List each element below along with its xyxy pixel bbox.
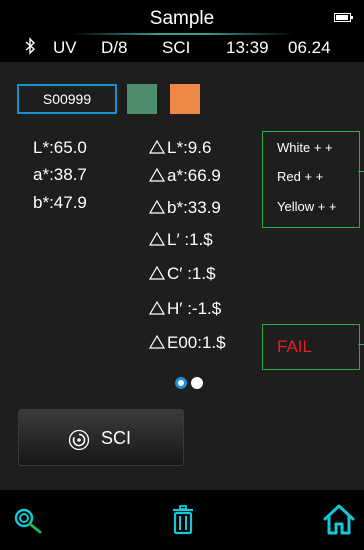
- delta-l-value: L*:9.6: [167, 138, 212, 157]
- delta-b-row: b*:33.9: [149, 198, 221, 218]
- delta-icon: [149, 168, 165, 182]
- light-source-label: UV: [53, 38, 77, 57]
- page-dot-active[interactable]: [175, 377, 187, 389]
- color-assessment-box: White + + Red + + Yellow + +: [262, 131, 360, 228]
- date-label: 06.24: [288, 38, 331, 57]
- delta-l-row: L*:9.6: [149, 138, 211, 158]
- l-value: L*:65.0: [33, 138, 87, 157]
- assessment-item: Yellow + +: [277, 199, 337, 214]
- delta-icon: [149, 266, 165, 280]
- page-dot[interactable]: [191, 377, 203, 389]
- title-underline: [70, 33, 294, 35]
- delta-h-prime-value: H′ :-1.$: [167, 299, 222, 318]
- geometry-label: D/8: [101, 38, 128, 57]
- battery-icon: [334, 13, 353, 22]
- home-icon[interactable]: [322, 502, 356, 541]
- search-icon[interactable]: [14, 508, 46, 539]
- delta-h-prime-row: H′ :-1.$: [149, 299, 221, 319]
- delta-l-prime-value: L′ :1.$: [167, 230, 213, 249]
- aperture-icon: [68, 429, 90, 456]
- delta-c-prime-value: C′ :1.$: [167, 264, 216, 283]
- assessment-item: White + +: [277, 140, 333, 155]
- delta-icon: [149, 232, 165, 246]
- delta-e00-value: E00:1.$: [167, 333, 226, 352]
- sci-button-label: SCI: [101, 428, 132, 448]
- bluetooth-icon: [25, 37, 36, 60]
- time-label: 13:39: [226, 38, 269, 57]
- delta-icon: [149, 140, 165, 154]
- sci-button[interactable]: SCI: [18, 409, 184, 466]
- delta-l-prime-row: L′ :1.$: [149, 230, 213, 250]
- delta-a-row: a*:66.9: [149, 166, 221, 186]
- sample-id-field[interactable]: S00999: [17, 84, 117, 114]
- delta-icon: [149, 301, 165, 315]
- delta-icon: [149, 335, 165, 349]
- delta-e00-row: E00:1.$: [149, 333, 226, 353]
- page-title: Sample: [149, 8, 215, 29]
- connector-tick: [358, 344, 364, 345]
- assessment-item: Red + +: [277, 169, 324, 184]
- delta-b-value: b*:33.9: [167, 198, 221, 217]
- result-label: FAIL: [277, 337, 312, 356]
- trash-icon[interactable]: [172, 505, 194, 540]
- delta-icon: [149, 200, 165, 214]
- result-box: FAIL: [262, 324, 360, 370]
- sample-color-swatch: [170, 84, 200, 114]
- a-value: a*:38.7: [33, 165, 87, 184]
- delta-a-value: a*:66.9: [167, 166, 221, 185]
- delta-c-prime-row: C′ :1.$: [149, 264, 216, 284]
- connector-tick: [358, 171, 364, 172]
- standard-color-swatch: [127, 84, 157, 114]
- b-value: b*:47.9: [33, 193, 87, 212]
- mode-label: SCI: [162, 38, 191, 57]
